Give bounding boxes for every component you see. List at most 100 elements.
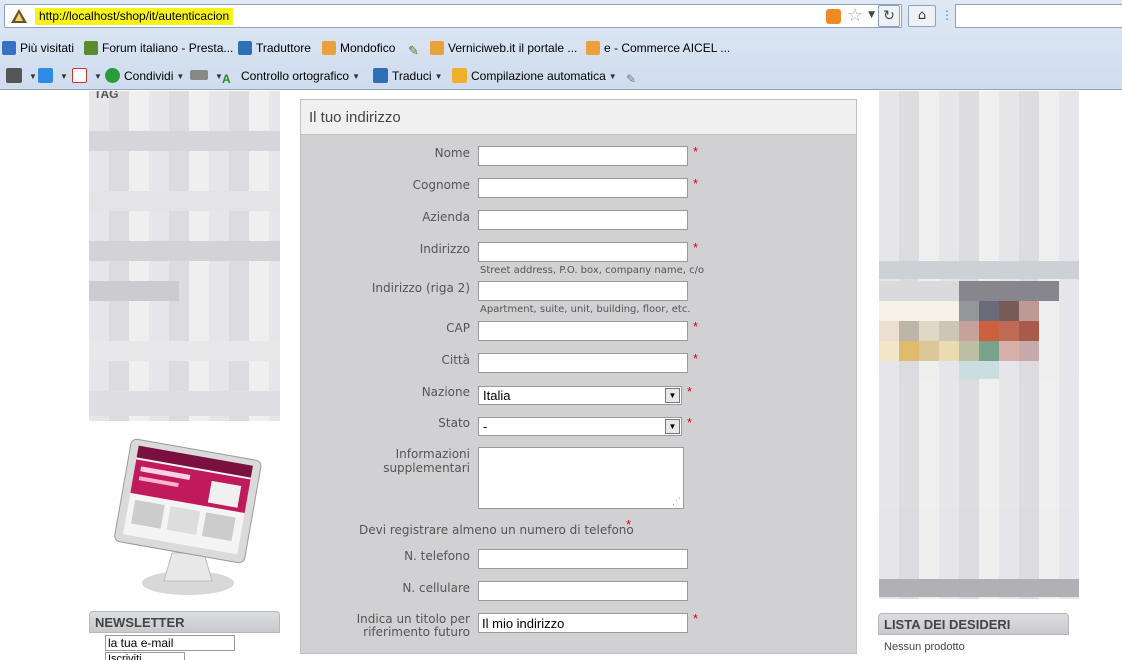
prestashop-monitor-image bbox=[114, 438, 262, 595]
label-citta: Città bbox=[441, 353, 470, 367]
browser-chrome: http://localhost/shop/it/autenticacion ☆… bbox=[0, 0, 1122, 90]
indirizzo-hint: Street address, P.O. box, company name, … bbox=[480, 265, 705, 276]
label-indirizzo2: Indirizzo (riga 2) bbox=[371, 281, 470, 295]
resize-grip-icon[interactable]: ⋰ bbox=[672, 497, 681, 507]
info-textarea[interactable]: ⋰ bbox=[478, 447, 684, 509]
required-mark: * bbox=[687, 415, 693, 430]
label-nazione: Nazione bbox=[421, 385, 470, 399]
wishlist-title: LISTA DEI DESIDERI bbox=[878, 613, 1069, 635]
bookmark-aicel[interactable]: e - Commerce AICEL ... bbox=[586, 40, 730, 56]
keyboard-button[interactable]: ▼ bbox=[190, 68, 223, 85]
indirizzo2-input[interactable] bbox=[478, 281, 688, 301]
bookmark-star-icon[interactable]: ☆ bbox=[847, 6, 863, 26]
rss-icon bbox=[322, 41, 336, 55]
newsletter-subscribe-button[interactable]: Iscriviti bbox=[105, 652, 185, 660]
form-title: Il tuo indirizzo bbox=[301, 100, 856, 135]
home-button[interactable]: ⌂ bbox=[908, 5, 936, 27]
globe-icon bbox=[2, 41, 16, 55]
label-nome: Nome bbox=[434, 146, 470, 160]
autofill-pencil-icon bbox=[452, 68, 467, 83]
mail-button[interactable]: ▼ bbox=[72, 68, 102, 85]
dropdown-arrow-icon[interactable]: ▼ bbox=[665, 388, 680, 403]
label-info: Informazioni supplementari bbox=[383, 447, 470, 475]
rss-icon bbox=[430, 41, 444, 55]
tag-block-title: TAG bbox=[94, 91, 119, 101]
label-indirizzo: Indirizzo bbox=[419, 242, 470, 256]
bookmark-forum[interactable]: Forum italiano - Presta... bbox=[84, 40, 233, 56]
required-mark: * bbox=[693, 144, 699, 159]
rss-icon bbox=[586, 41, 600, 55]
cognome-input[interactable] bbox=[478, 178, 688, 198]
azienda-input[interactable] bbox=[478, 210, 688, 230]
wishlist-empty-text: Nessun prodotto bbox=[884, 641, 965, 653]
citta-input[interactable] bbox=[478, 353, 688, 373]
share-icon bbox=[105, 68, 120, 83]
translate-button[interactable]: Traduci ▼ bbox=[373, 68, 443, 85]
required-mark: * bbox=[693, 611, 699, 626]
page-content: TAG NEWSLETTER Iscriviti bbox=[0, 91, 1122, 660]
toolbar-separator: ⋮ bbox=[941, 8, 953, 22]
addon-toolbar: ▼ ▼ ▼ Condividi ▼ ▼ A Controllo ortografic… bbox=[0, 65, 1122, 87]
wishlist-block: LISTA DEI DESIDERI Nessun prodotto bbox=[878, 613, 1069, 660]
newsletter-block: NEWSLETTER Iscriviti bbox=[89, 611, 280, 660]
reload-button[interactable]: ↻ bbox=[878, 5, 900, 27]
keyboard-icon bbox=[190, 70, 208, 80]
site-icon bbox=[11, 9, 27, 23]
rss-icon[interactable] bbox=[826, 9, 841, 24]
share-button[interactable]: Condividi ▼ bbox=[105, 68, 184, 85]
addon-button[interactable]: ▼ bbox=[38, 68, 68, 85]
required-mark: * bbox=[626, 517, 632, 532]
nazione-select[interactable]: Italia ▼ bbox=[478, 386, 682, 405]
mail-icon bbox=[72, 68, 87, 83]
url-dropdown-icon[interactable]: ▼ bbox=[868, 10, 875, 20]
search-input[interactable] bbox=[955, 4, 1122, 28]
cap-input[interactable] bbox=[478, 321, 688, 341]
label-stato: Stato bbox=[438, 416, 470, 430]
share-label: Condividi bbox=[124, 69, 174, 83]
alias-input[interactable] bbox=[478, 613, 688, 633]
indirizzo2-hint: Apartment, suite, unit, building, floor,… bbox=[480, 304, 691, 315]
stato-select[interactable]: - ▼ bbox=[478, 417, 682, 436]
menu-button[interactable]: ▼ bbox=[6, 68, 37, 85]
puzzle-icon bbox=[38, 68, 53, 83]
indirizzo-input[interactable] bbox=[478, 242, 688, 262]
right-block-blurred bbox=[879, 91, 1079, 599]
stato-selected: - bbox=[483, 419, 488, 434]
menu-icon bbox=[6, 68, 22, 83]
bookmark-translator[interactable]: Traduttore bbox=[238, 40, 311, 56]
bookmark-verniciweb[interactable]: Verniciweb.it il portale ... bbox=[430, 40, 577, 56]
required-mark: * bbox=[693, 319, 699, 334]
required-mark: * bbox=[693, 240, 699, 255]
telefono-input[interactable] bbox=[478, 549, 688, 569]
nome-input[interactable] bbox=[478, 146, 688, 166]
bookmark-label: Traduttore bbox=[256, 41, 311, 55]
bookmarks-bar: Più visitati Forum italiano - Presta... … bbox=[0, 37, 1122, 59]
spellcheck-label: Controllo ortografico bbox=[241, 69, 350, 83]
translate-label: Traduci bbox=[392, 69, 432, 83]
address-bar[interactable]: http://localhost/shop/it/autenticacion ☆… bbox=[4, 4, 902, 28]
label-cognome: Cognome bbox=[412, 178, 470, 192]
newsletter-title: NEWSLETTER bbox=[89, 611, 280, 633]
url-text[interactable]: http://localhost/shop/it/autenticacion bbox=[35, 8, 234, 25]
label-alias: Indica un titolo per riferimento futuro bbox=[321, 613, 470, 639]
prestashop-icon bbox=[84, 41, 98, 55]
bookmark-label: Più visitati bbox=[20, 41, 75, 55]
tool-button[interactable]: ✎ bbox=[626, 68, 645, 86]
bookmark-label: e - Commerce AICEL ... bbox=[604, 41, 731, 55]
bookmark-most-visited[interactable]: Più visitati bbox=[2, 40, 74, 56]
autofill-button[interactable]: Compilazione automatica ▼ bbox=[452, 68, 617, 85]
nazione-selected: Italia bbox=[483, 388, 511, 403]
bookmark-pencil[interactable]: ✎ bbox=[408, 40, 426, 58]
bookmark-mondofico[interactable]: Mondofico bbox=[322, 40, 395, 56]
newsletter-email-input[interactable] bbox=[105, 635, 235, 651]
translate-icon bbox=[238, 41, 252, 55]
label-alias-line2: riferimento futuro bbox=[363, 625, 470, 639]
spellcheck-button[interactable]: A Controllo ortografico ▼ bbox=[222, 68, 360, 86]
cellulare-input[interactable] bbox=[478, 581, 688, 601]
wrench-icon: ✎ bbox=[626, 72, 637, 86]
label-alias-line1: Indica un titolo per bbox=[356, 612, 470, 626]
label-cellulare: N. cellulare bbox=[402, 581, 470, 595]
bookmark-label: Mondofico bbox=[340, 41, 396, 55]
dropdown-arrow-icon[interactable]: ▼ bbox=[665, 419, 680, 434]
tag-block-blurred bbox=[89, 91, 280, 421]
